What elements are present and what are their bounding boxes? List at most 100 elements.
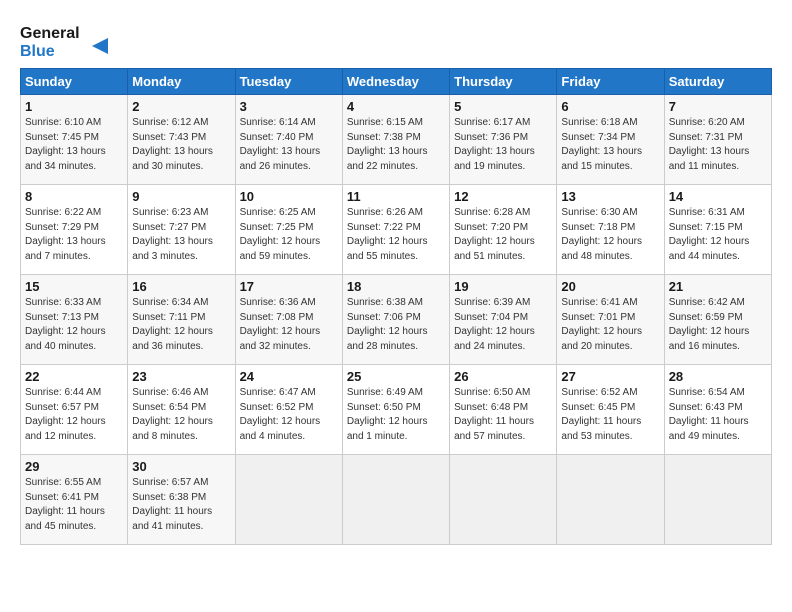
col-header-friday: Friday bbox=[557, 69, 664, 95]
week-row-5: 29 Sunrise: 6:55 AMSunset: 6:41 PMDaylig… bbox=[21, 455, 772, 545]
day-detail: Sunrise: 6:52 AMSunset: 6:45 PMDaylight:… bbox=[561, 387, 641, 442]
day-number: 30 bbox=[132, 459, 230, 474]
day-detail: Sunrise: 6:46 AMSunset: 6:54 PMDaylight:… bbox=[132, 387, 213, 442]
day-cell: 4 Sunrise: 6:15 AMSunset: 7:38 PMDayligh… bbox=[342, 95, 449, 185]
day-cell: 28 Sunrise: 6:54 AMSunset: 6:43 PMDaylig… bbox=[664, 365, 771, 455]
day-number: 29 bbox=[25, 459, 123, 474]
week-row-1: 1 Sunrise: 6:10 AMSunset: 7:45 PMDayligh… bbox=[21, 95, 772, 185]
calendar-body: 1 Sunrise: 6:10 AMSunset: 7:45 PMDayligh… bbox=[21, 95, 772, 545]
day-cell: 7 Sunrise: 6:20 AMSunset: 7:31 PMDayligh… bbox=[664, 95, 771, 185]
day-cell bbox=[342, 455, 449, 545]
day-cell: 22 Sunrise: 6:44 AMSunset: 6:57 PMDaylig… bbox=[21, 365, 128, 455]
day-number: 11 bbox=[347, 189, 445, 204]
day-cell: 19 Sunrise: 6:39 AMSunset: 7:04 PMDaylig… bbox=[450, 275, 557, 365]
day-cell: 1 Sunrise: 6:10 AMSunset: 7:45 PMDayligh… bbox=[21, 95, 128, 185]
col-header-saturday: Saturday bbox=[664, 69, 771, 95]
day-detail: Sunrise: 6:31 AMSunset: 7:15 PMDaylight:… bbox=[669, 207, 750, 262]
col-header-wednesday: Wednesday bbox=[342, 69, 449, 95]
day-detail: Sunrise: 6:25 AMSunset: 7:25 PMDaylight:… bbox=[240, 207, 321, 262]
col-header-sunday: Sunday bbox=[21, 69, 128, 95]
day-detail: Sunrise: 6:26 AMSunset: 7:22 PMDaylight:… bbox=[347, 207, 428, 262]
svg-text:Blue: Blue bbox=[20, 43, 55, 60]
day-number: 13 bbox=[561, 189, 659, 204]
day-detail: Sunrise: 6:17 AMSunset: 7:36 PMDaylight:… bbox=[454, 117, 535, 172]
logo-svg: General Blue bbox=[20, 18, 110, 60]
week-row-2: 8 Sunrise: 6:22 AMSunset: 7:29 PMDayligh… bbox=[21, 185, 772, 275]
day-cell bbox=[664, 455, 771, 545]
day-number: 3 bbox=[240, 99, 338, 114]
day-cell: 2 Sunrise: 6:12 AMSunset: 7:43 PMDayligh… bbox=[128, 95, 235, 185]
day-number: 2 bbox=[132, 99, 230, 114]
day-detail: Sunrise: 6:38 AMSunset: 7:06 PMDaylight:… bbox=[347, 297, 428, 352]
day-cell: 21 Sunrise: 6:42 AMSunset: 6:59 PMDaylig… bbox=[664, 275, 771, 365]
day-detail: Sunrise: 6:33 AMSunset: 7:13 PMDaylight:… bbox=[25, 297, 106, 352]
day-number: 25 bbox=[347, 369, 445, 384]
day-detail: Sunrise: 6:55 AMSunset: 6:41 PMDaylight:… bbox=[25, 477, 105, 532]
col-header-tuesday: Tuesday bbox=[235, 69, 342, 95]
day-detail: Sunrise: 6:39 AMSunset: 7:04 PMDaylight:… bbox=[454, 297, 535, 352]
day-cell: 17 Sunrise: 6:36 AMSunset: 7:08 PMDaylig… bbox=[235, 275, 342, 365]
day-detail: Sunrise: 6:15 AMSunset: 7:38 PMDaylight:… bbox=[347, 117, 428, 172]
day-cell: 26 Sunrise: 6:50 AMSunset: 6:48 PMDaylig… bbox=[450, 365, 557, 455]
header: General Blue bbox=[20, 18, 772, 60]
day-number: 6 bbox=[561, 99, 659, 114]
day-number: 15 bbox=[25, 279, 123, 294]
day-detail: Sunrise: 6:44 AMSunset: 6:57 PMDaylight:… bbox=[25, 387, 106, 442]
week-row-3: 15 Sunrise: 6:33 AMSunset: 7:13 PMDaylig… bbox=[21, 275, 772, 365]
day-cell: 10 Sunrise: 6:25 AMSunset: 7:25 PMDaylig… bbox=[235, 185, 342, 275]
logo: General Blue bbox=[20, 18, 110, 60]
day-cell: 27 Sunrise: 6:52 AMSunset: 6:45 PMDaylig… bbox=[557, 365, 664, 455]
day-number: 26 bbox=[454, 369, 552, 384]
day-number: 5 bbox=[454, 99, 552, 114]
day-number: 9 bbox=[132, 189, 230, 204]
calendar-table: SundayMondayTuesdayWednesdayThursdayFrid… bbox=[20, 68, 772, 545]
page: General Blue SundayMondayTuesdayWednesda… bbox=[0, 0, 792, 612]
day-detail: Sunrise: 6:10 AMSunset: 7:45 PMDaylight:… bbox=[25, 117, 106, 172]
day-detail: Sunrise: 6:47 AMSunset: 6:52 PMDaylight:… bbox=[240, 387, 321, 442]
col-header-monday: Monday bbox=[128, 69, 235, 95]
day-detail: Sunrise: 6:14 AMSunset: 7:40 PMDaylight:… bbox=[240, 117, 321, 172]
day-cell: 14 Sunrise: 6:31 AMSunset: 7:15 PMDaylig… bbox=[664, 185, 771, 275]
day-cell: 25 Sunrise: 6:49 AMSunset: 6:50 PMDaylig… bbox=[342, 365, 449, 455]
day-number: 1 bbox=[25, 99, 123, 114]
day-cell: 16 Sunrise: 6:34 AMSunset: 7:11 PMDaylig… bbox=[128, 275, 235, 365]
day-cell: 18 Sunrise: 6:38 AMSunset: 7:06 PMDaylig… bbox=[342, 275, 449, 365]
day-cell: 29 Sunrise: 6:55 AMSunset: 6:41 PMDaylig… bbox=[21, 455, 128, 545]
calendar-header: SundayMondayTuesdayWednesdayThursdayFrid… bbox=[21, 69, 772, 95]
day-number: 4 bbox=[347, 99, 445, 114]
svg-text:General: General bbox=[20, 25, 80, 42]
day-number: 12 bbox=[454, 189, 552, 204]
col-header-thursday: Thursday bbox=[450, 69, 557, 95]
day-cell: 11 Sunrise: 6:26 AMSunset: 7:22 PMDaylig… bbox=[342, 185, 449, 275]
day-cell: 20 Sunrise: 6:41 AMSunset: 7:01 PMDaylig… bbox=[557, 275, 664, 365]
day-number: 16 bbox=[132, 279, 230, 294]
day-number: 20 bbox=[561, 279, 659, 294]
day-number: 21 bbox=[669, 279, 767, 294]
day-cell: 24 Sunrise: 6:47 AMSunset: 6:52 PMDaylig… bbox=[235, 365, 342, 455]
day-cell bbox=[235, 455, 342, 545]
day-number: 28 bbox=[669, 369, 767, 384]
day-cell: 5 Sunrise: 6:17 AMSunset: 7:36 PMDayligh… bbox=[450, 95, 557, 185]
day-cell: 30 Sunrise: 6:57 AMSunset: 6:38 PMDaylig… bbox=[128, 455, 235, 545]
day-cell: 6 Sunrise: 6:18 AMSunset: 7:34 PMDayligh… bbox=[557, 95, 664, 185]
day-detail: Sunrise: 6:22 AMSunset: 7:29 PMDaylight:… bbox=[25, 207, 106, 262]
day-detail: Sunrise: 6:23 AMSunset: 7:27 PMDaylight:… bbox=[132, 207, 213, 262]
day-detail: Sunrise: 6:20 AMSunset: 7:31 PMDaylight:… bbox=[669, 117, 750, 172]
day-number: 19 bbox=[454, 279, 552, 294]
day-detail: Sunrise: 6:30 AMSunset: 7:18 PMDaylight:… bbox=[561, 207, 642, 262]
day-number: 18 bbox=[347, 279, 445, 294]
day-detail: Sunrise: 6:49 AMSunset: 6:50 PMDaylight:… bbox=[347, 387, 428, 442]
day-number: 14 bbox=[669, 189, 767, 204]
day-number: 17 bbox=[240, 279, 338, 294]
day-cell: 9 Sunrise: 6:23 AMSunset: 7:27 PMDayligh… bbox=[128, 185, 235, 275]
day-detail: Sunrise: 6:42 AMSunset: 6:59 PMDaylight:… bbox=[669, 297, 750, 352]
day-number: 22 bbox=[25, 369, 123, 384]
day-detail: Sunrise: 6:34 AMSunset: 7:11 PMDaylight:… bbox=[132, 297, 213, 352]
day-detail: Sunrise: 6:54 AMSunset: 6:43 PMDaylight:… bbox=[669, 387, 749, 442]
day-detail: Sunrise: 6:50 AMSunset: 6:48 PMDaylight:… bbox=[454, 387, 534, 442]
day-cell: 3 Sunrise: 6:14 AMSunset: 7:40 PMDayligh… bbox=[235, 95, 342, 185]
day-cell: 8 Sunrise: 6:22 AMSunset: 7:29 PMDayligh… bbox=[21, 185, 128, 275]
day-cell bbox=[450, 455, 557, 545]
week-row-4: 22 Sunrise: 6:44 AMSunset: 6:57 PMDaylig… bbox=[21, 365, 772, 455]
day-cell: 23 Sunrise: 6:46 AMSunset: 6:54 PMDaylig… bbox=[128, 365, 235, 455]
